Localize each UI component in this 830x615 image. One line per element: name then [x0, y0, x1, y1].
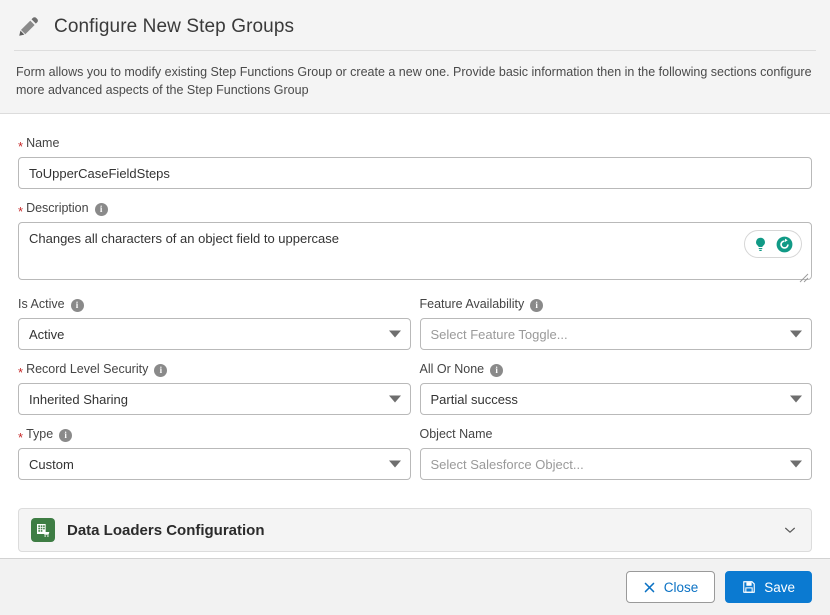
field-record-level-security-label: * Record Level Security i	[18, 362, 411, 378]
type-select[interactable]: Custom	[18, 448, 411, 480]
form-body: * Name * Description i	[0, 114, 830, 558]
field-description-label: * Description i	[18, 201, 812, 217]
dialog-header: Configure New Step Groups Form allows yo…	[0, 0, 830, 114]
field-type: * Type i Custom	[18, 427, 411, 480]
info-icon[interactable]: i	[490, 364, 503, 377]
field-feature-availability-label: Feature Availability i	[420, 297, 813, 313]
is-active-select[interactable]: Active	[18, 318, 411, 350]
feature-availability-select[interactable]: Select Feature Toggle...	[420, 318, 813, 350]
description-textarea-wrap	[18, 222, 812, 285]
configure-step-groups-dialog: Configure New Step Groups Form allows yo…	[0, 0, 830, 615]
label-text: Object Name	[420, 428, 493, 442]
field-all-or-none: All Or None i Partial success	[420, 362, 813, 415]
label-text: Feature Availability	[420, 298, 525, 312]
required-asterisk: *	[18, 431, 23, 444]
field-object-name-label: Object Name	[420, 427, 813, 443]
accordion-title: Data Loaders Configuration	[67, 522, 783, 539]
field-name: * Name	[18, 136, 812, 189]
row-active-feature: Is Active i Active Feature Availability …	[18, 297, 812, 362]
save-button-label: Save	[764, 580, 795, 595]
all-or-none-select-wrap: Partial success	[420, 383, 813, 415]
accordion-data-loaders-configuration[interactable]: Data Loaders Configuration	[18, 508, 812, 552]
description-textarea[interactable]	[18, 222, 812, 280]
chevron-down-icon[interactable]	[783, 523, 797, 537]
info-icon[interactable]: i	[530, 299, 543, 312]
record-level-security-select[interactable]: Inherited Sharing	[18, 383, 411, 415]
info-icon[interactable]: i	[59, 429, 72, 442]
record-level-security-select-wrap: Inherited Sharing	[18, 383, 411, 415]
is-active-select-wrap: Active	[18, 318, 411, 350]
pencil-icon	[16, 14, 42, 40]
label-text: Is Active	[18, 298, 65, 312]
field-is-active: Is Active i Active	[18, 297, 411, 350]
type-select-wrap: Custom	[18, 448, 411, 480]
label-text: All Or None	[420, 363, 485, 377]
close-button[interactable]: Close	[626, 571, 716, 603]
feature-availability-select-wrap: Select Feature Toggle...	[420, 318, 813, 350]
name-input[interactable]	[18, 157, 812, 189]
field-type-label: * Type i	[18, 427, 411, 443]
close-x-icon	[643, 581, 656, 594]
lightbulb-icon[interactable]	[752, 236, 769, 253]
required-asterisk: *	[18, 140, 23, 153]
info-icon[interactable]: i	[95, 203, 108, 216]
row-type-object: * Type i Custom Object Name Select Sales…	[18, 427, 812, 492]
save-button[interactable]: Save	[725, 571, 812, 603]
save-disk-icon	[742, 580, 756, 594]
field-description: * Description i	[18, 201, 812, 285]
row-security-allornone: * Record Level Security i Inherited Shar…	[18, 362, 812, 427]
field-name-label: * Name	[18, 136, 812, 152]
field-object-name: Object Name Select Salesforce Object...	[420, 427, 813, 480]
label-text: Type	[26, 428, 53, 442]
field-record-level-security: * Record Level Security i Inherited Shar…	[18, 362, 411, 415]
label-text: Description	[26, 202, 89, 216]
header-description: Form allows you to modify existing Step …	[0, 51, 830, 113]
label-text: Record Level Security	[26, 363, 148, 377]
description-ai-actions	[744, 230, 802, 258]
data-loader-icon	[31, 518, 55, 542]
all-or-none-select[interactable]: Partial success	[420, 383, 813, 415]
refresh-icon[interactable]	[775, 235, 794, 254]
label-text: Name	[26, 137, 59, 151]
field-feature-availability: Feature Availability i Select Feature To…	[420, 297, 813, 350]
field-is-active-label: Is Active i	[18, 297, 411, 313]
info-icon[interactable]: i	[71, 299, 84, 312]
info-icon[interactable]: i	[154, 364, 167, 377]
dialog-footer: Close Save	[0, 558, 830, 615]
page-title: Configure New Step Groups	[54, 16, 294, 38]
required-asterisk: *	[18, 205, 23, 218]
close-button-label: Close	[664, 580, 699, 595]
object-name-select[interactable]: Select Salesforce Object...	[420, 448, 813, 480]
required-asterisk: *	[18, 366, 23, 379]
field-all-or-none-label: All Or None i	[420, 362, 813, 378]
header-title-row: Configure New Step Groups	[0, 0, 830, 50]
object-name-select-wrap: Select Salesforce Object...	[420, 448, 813, 480]
